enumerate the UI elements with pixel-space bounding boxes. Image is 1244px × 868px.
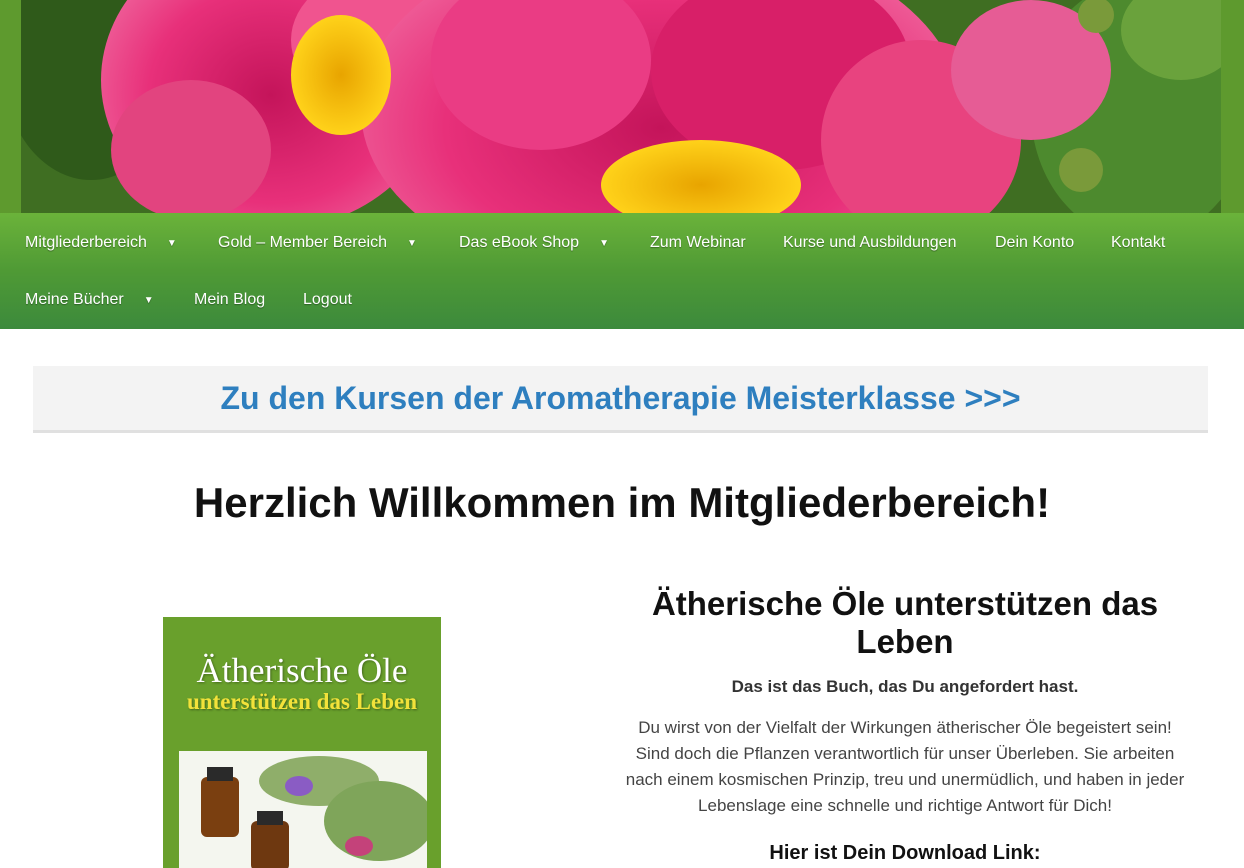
book-description-text: Du wirst von der Vielfalt der Wirkungen … [625,718,1185,815]
book-cover-image[interactable]: Ätherische Öle unterstützen das Leben [163,617,441,868]
nav-item-label: Mein Blog [194,291,266,308]
nav-item-konto[interactable]: Dein Konto [995,233,1074,253]
nav-item-kontakt[interactable]: Kontakt [1111,233,1165,253]
chevron-down-icon: ▼ [599,238,609,249]
nav-item-label: Logout [303,291,352,308]
main-navigation: Mitgliederbereich ▼ Gold – Member Bereich… [0,213,1244,329]
nav-item-label: Dein Konto [995,234,1075,251]
book-title-heading: Ätherische Öle unterstützen das Leben [651,585,1159,660]
nav-item-mitgliederbereich[interactable]: Mitgliederbereich ▼ [25,233,177,255]
nav-item-kurse[interactable]: Kurse und Ausbildungen [783,233,956,253]
chevron-down-icon: ▼ [143,295,154,306]
header-flower-image [21,0,1221,213]
chevron-down-icon: ▼ [406,238,417,249]
nav-item-label: Gold – Member Bereich [218,234,387,251]
nav-item-ebook-shop[interactable]: Das eBook Shop ▼ [459,233,609,255]
book-cover-title: Ätherische Öle [196,651,408,690]
nav-item-meine-buecher[interactable]: Meine Bücher ▼ [25,290,154,312]
nav-item-label: Das eBook Shop [459,234,580,251]
nav-item-blog[interactable]: Mein Blog [194,290,265,310]
nav-item-logout[interactable]: Logout [303,290,352,310]
book-subtitle: Das ist das Buch, das Du angefordert has… [731,677,1079,696]
course-banner-link[interactable]: Zu den Kursen der Aromatherapie Meisterk… [220,379,1020,417]
chevron-down-icon: ▼ [166,238,177,249]
essential-oil-bottles-photo [179,751,427,868]
nav-item-label: Mitgliederbereich [25,234,147,251]
course-banner: Zu den Kursen der Aromatherapie Meisterk… [33,366,1208,433]
header-background [0,0,1244,213]
nav-item-label: Kurse und Ausbildungen [783,234,957,251]
nav-item-label: Kontakt [1111,234,1166,251]
nav-item-webinar[interactable]: Zum Webinar [650,233,746,253]
book-cover-subtitle: unterstützen das Leben [186,689,417,714]
nav-item-gold-member[interactable]: Gold – Member Bereich ▼ [218,233,417,255]
nav-item-label: Zum Webinar [650,234,746,251]
page-title: Herzlich Willkommen im Mitgliederbereich… [193,479,1051,526]
download-heading: Hier ist Dein Download Link: [769,842,1041,864]
book-description: Ätherische Öle unterstützen das Leben Da… [600,585,1210,867]
nav-item-label: Meine Bücher [25,291,124,308]
